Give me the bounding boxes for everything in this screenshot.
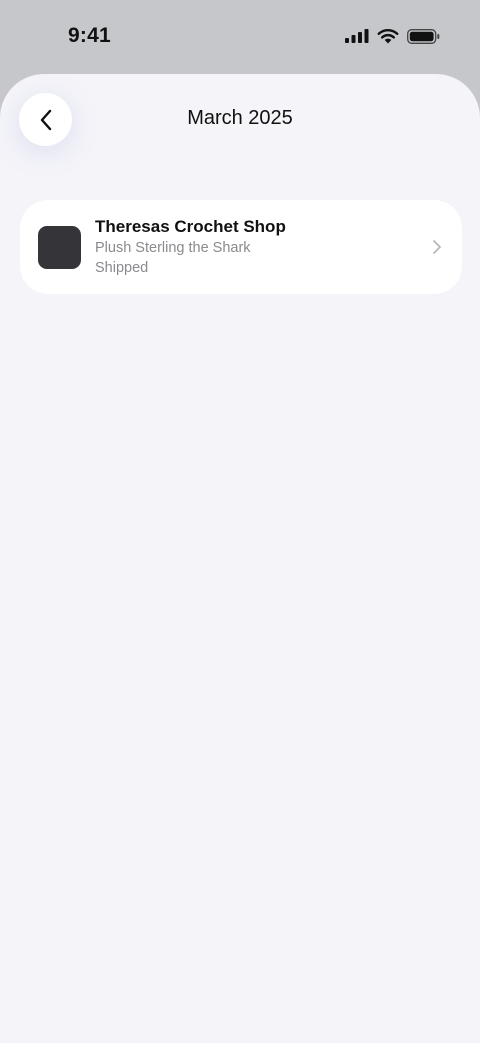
page-title: March 2025 [187, 107, 293, 129]
item-name: Plush Sterling the Shark [95, 240, 251, 256]
modal-sheet: March 2025 Theresas Crochet Shop Plush S… [0, 74, 480, 1043]
status-icons [345, 28, 440, 44]
order-status: Shipped [95, 260, 149, 276]
battery-icon [407, 28, 440, 44]
status-time: 9:41 [68, 24, 111, 47]
chevron-right-icon [433, 240, 441, 254]
shop-name: Theresas Crochet Shop [95, 217, 286, 236]
wifi-icon [377, 29, 399, 44]
order-list-item[interactable]: Theresas Crochet Shop Plush Sterling the… [20, 200, 462, 294]
product-thumbnail [38, 226, 81, 269]
cellular-signal-icon [345, 29, 369, 43]
status-bar: 9:41 [0, 0, 480, 74]
